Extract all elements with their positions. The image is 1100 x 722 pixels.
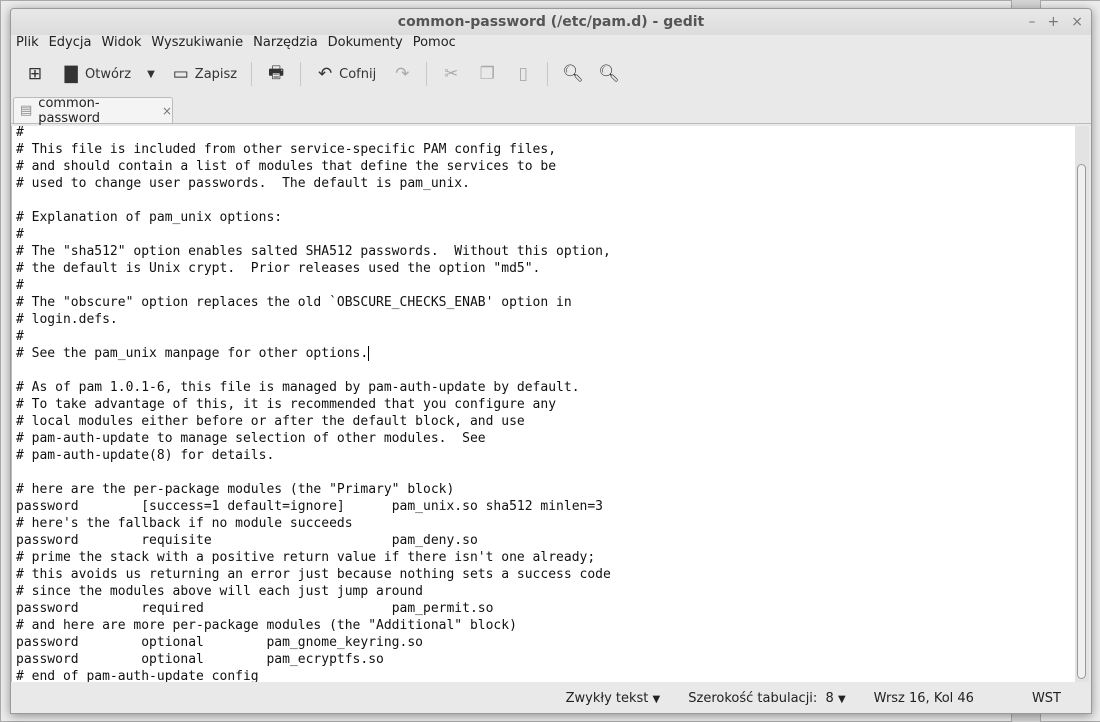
copy-icon: ❐ bbox=[479, 64, 495, 84]
code-line: # this avoids us returning an error just… bbox=[16, 567, 611, 582]
language-label: Zwykły tekst bbox=[565, 690, 649, 706]
code-line: # end of pam-auth-update config bbox=[16, 669, 259, 682]
tab-width-label: Szerokość tabulacji: 8 bbox=[688, 690, 834, 706]
cursor-position: Wrsz 16, Kol 46 bbox=[873, 690, 974, 706]
chevron-down-icon: ▼ bbox=[652, 693, 661, 705]
code-line: password requisite pam_deny.so bbox=[16, 533, 478, 548]
open-button[interactable]: ▇ Otwórz bbox=[55, 60, 137, 88]
find-replace-button[interactable]: 🔍︎ bbox=[592, 60, 624, 88]
new-document-icon: ⊞ bbox=[27, 64, 43, 84]
tab-common-password[interactable]: ▤ common-password × bbox=[13, 95, 173, 126]
maximize-button[interactable]: + bbox=[1048, 9, 1060, 35]
code-line: # since the modules above will each just… bbox=[16, 584, 423, 599]
cut-button[interactable]: ✂ bbox=[435, 60, 467, 88]
copy-button[interactable]: ❐ bbox=[471, 60, 503, 88]
close-button[interactable]: × bbox=[1071, 9, 1083, 35]
search-icon: 🔍︎ bbox=[562, 64, 584, 84]
open-recent-dropdown[interactable]: ▼ bbox=[141, 65, 161, 84]
folder-icon: ▇ bbox=[64, 64, 78, 84]
code-line: # bbox=[16, 126, 24, 140]
tab-bar: ▤ common-password × bbox=[11, 95, 1091, 126]
text-editor[interactable]: # # This file is included from other serv… bbox=[11, 126, 1076, 682]
code-line: # and here are more per-package modules … bbox=[16, 618, 517, 633]
menu-pomoc[interactable]: Pomoc bbox=[413, 35, 456, 53]
menu-wyszukiwanie[interactable]: Wyszukiwanie bbox=[151, 35, 243, 53]
gedit-window: common-password (/etc/pam.d) - gedit – +… bbox=[10, 8, 1092, 714]
chevron-down-icon: ▼ bbox=[837, 693, 846, 705]
scrollbar-thumb[interactable] bbox=[1077, 164, 1086, 679]
title-bar: common-password (/etc/pam.d) - gedit – +… bbox=[11, 9, 1091, 35]
editor-content[interactable]: # # This file is included from other serv… bbox=[12, 126, 1076, 682]
menu-dokumenty[interactable]: Dokumenty bbox=[328, 35, 403, 53]
paste-button[interactable]: ▯ bbox=[507, 60, 539, 88]
code-line: # prime the stack with a positive return… bbox=[16, 550, 596, 565]
code-line: # This file is included from other servi… bbox=[16, 142, 557, 157]
code-line: # pam-auth-update(8) for details. bbox=[16, 448, 275, 463]
divider bbox=[300, 62, 302, 86]
language-selector[interactable]: Zwykły tekst ▼ bbox=[566, 691, 661, 706]
undo-icon: ↶ bbox=[318, 64, 333, 84]
save-label: Zapisz bbox=[194, 66, 238, 82]
code-line: # To take advantage of this, it is recom… bbox=[16, 397, 557, 412]
code-line: # login.defs. bbox=[16, 312, 118, 327]
save-button[interactable]: ▭ Zapisz bbox=[165, 60, 243, 88]
code-line: # The "sha512" option enables salted SHA… bbox=[16, 244, 611, 259]
undo-label: Cofnij bbox=[339, 66, 377, 82]
insert-mode: WST bbox=[1031, 690, 1061, 706]
code-line: password optional pam_ecryptfs.so bbox=[16, 652, 384, 667]
code-line: # See the pam_unix manpage for other opt… bbox=[16, 346, 370, 361]
code-line: # bbox=[16, 329, 24, 344]
vertical-scrollbar[interactable] bbox=[1075, 126, 1089, 682]
code-line: # local modules either before or after t… bbox=[16, 414, 525, 429]
tab-close-button[interactable]: × bbox=[162, 104, 172, 118]
tab-width-selector[interactable]: Szerokość tabulacji: 8 ▼ bbox=[688, 691, 845, 706]
find-button[interactable]: 🔍︎ bbox=[556, 60, 588, 88]
code-line: # used to change user passwords. The def… bbox=[16, 176, 470, 191]
window-title: common-password (/etc/pam.d) - gedit bbox=[397, 14, 705, 30]
status-bar: Zwykły tekst ▼ Szerokość tabulacji: 8 ▼ … bbox=[11, 683, 1091, 713]
print-button[interactable]: 🖶 bbox=[260, 56, 292, 93]
code-line: # pam-auth-update to manage selection of… bbox=[16, 431, 486, 446]
new-button[interactable]: ⊞ bbox=[19, 60, 51, 88]
menu-edycja[interactable]: Edycja bbox=[49, 35, 92, 53]
divider bbox=[426, 62, 428, 86]
menu-plik[interactable]: Plik bbox=[16, 35, 39, 53]
code-line: # the default is Unix crypt. Prior relea… bbox=[16, 261, 541, 276]
code-line: password optional pam_gnome_keyring.so bbox=[16, 635, 423, 650]
save-icon: ▭ bbox=[172, 64, 189, 84]
code-line: # bbox=[16, 278, 24, 293]
document-icon: ▤ bbox=[20, 103, 33, 118]
search-replace-icon: 🔍︎ bbox=[598, 64, 620, 84]
code-line: # here are the per-package modules (the … bbox=[16, 482, 455, 497]
redo-icon: ↷ bbox=[395, 64, 410, 84]
clipboard-icon: ▯ bbox=[518, 64, 528, 84]
menu-widok[interactable]: Widok bbox=[101, 35, 141, 53]
code-line: # bbox=[16, 227, 24, 242]
scissors-icon: ✂ bbox=[444, 64, 459, 84]
menu-narzedzia[interactable]: Narzędzia bbox=[253, 35, 318, 53]
minimize-button[interactable]: – bbox=[1029, 9, 1036, 35]
chevron-down-icon: ▼ bbox=[147, 68, 155, 80]
divider bbox=[547, 62, 549, 86]
code-line: # The "obscure" option replaces the old … bbox=[16, 295, 572, 310]
divider bbox=[251, 62, 253, 86]
code-line: # here's the fallback if no module succe… bbox=[16, 516, 353, 531]
open-label: Otwórz bbox=[85, 66, 132, 82]
code-line: password [success=1 default=ignore] pam_… bbox=[16, 499, 604, 514]
menu-bar: Plik Edycja Widok Wyszukiwanie Narzędzia… bbox=[11, 35, 1091, 53]
code-line: # Explanation of pam_unix options: bbox=[16, 210, 283, 225]
text-cursor bbox=[368, 346, 370, 361]
code-line: password required pam_permit.so bbox=[16, 601, 494, 616]
printer-icon: 🖶 bbox=[268, 62, 285, 83]
tab-label: common-password bbox=[38, 95, 101, 126]
code-line: # and should contain a list of modules t… bbox=[16, 159, 557, 174]
undo-button[interactable]: ↶ Cofnij bbox=[309, 60, 382, 88]
toolbar: ⊞ ▇ Otwórz ▼ ▭ Zapisz 🖶 ↶ Cofnij ↷ ✂ ❐ ▯ 🔍︎… bbox=[11, 53, 1091, 95]
redo-button[interactable]: ↷ bbox=[386, 60, 418, 88]
code-line: # As of pam 1.0.1-6, this file is manage… bbox=[16, 380, 580, 395]
